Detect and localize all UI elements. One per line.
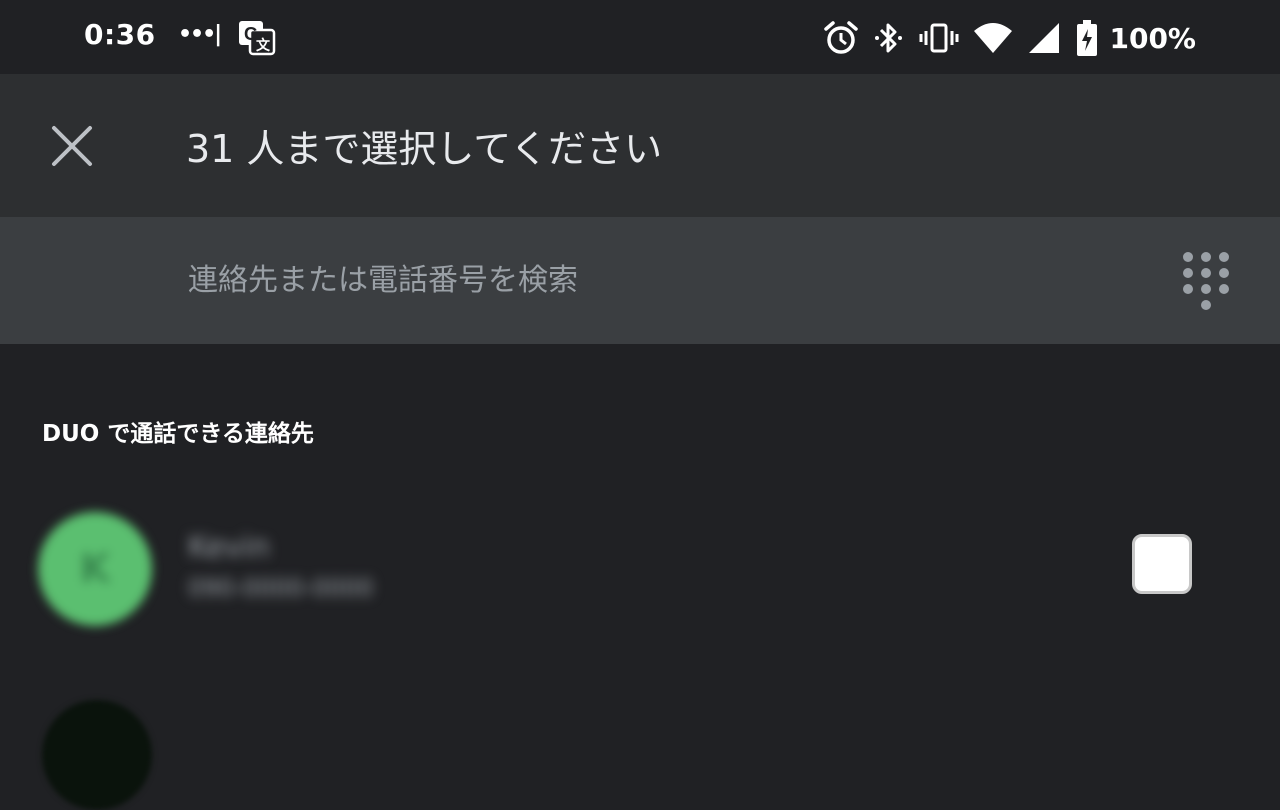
- contact-number: 090-0000-0000: [188, 574, 374, 602]
- status-time: 0:36: [84, 18, 156, 51]
- status-icons: 100%: [823, 18, 1196, 58]
- avatar-letter: K: [79, 546, 111, 592]
- app-bar: 31 人まで選択してください: [0, 74, 1280, 217]
- notification-dots: •••|: [178, 22, 222, 47]
- search-bar: [0, 217, 1280, 344]
- contact-row[interactable]: K Kevin 090-0000-0000: [0, 500, 1280, 640]
- close-icon: [52, 126, 92, 166]
- status-bar: 0:36 •••| G 文 100%: [0, 0, 1280, 74]
- battery-percent: 100%: [1109, 21, 1196, 55]
- search-input[interactable]: [186, 251, 1090, 309]
- alarm-icon: [824, 21, 859, 54]
- cell-signal-icon: [1029, 23, 1060, 53]
- avatar: K: [38, 512, 152, 626]
- bluetooth-icon: [875, 23, 903, 53]
- contact-checkbox[interactable]: [1132, 534, 1192, 594]
- wifi-icon: [974, 23, 1013, 53]
- contact-name: Kevin: [188, 530, 270, 565]
- section-header: DUO で通話できる連絡先: [42, 421, 314, 447]
- svg-text:文: 文: [256, 37, 271, 53]
- page-title: 31 人まで選択してください: [186, 127, 663, 171]
- battery-charging-icon: [1077, 20, 1098, 56]
- dialpad-button[interactable]: [1176, 247, 1236, 317]
- vibrate-icon: [919, 23, 959, 53]
- avatar[interactable]: [42, 700, 152, 810]
- google-translate-icon: G 文: [238, 20, 276, 56]
- dialpad-icon: [1183, 252, 1229, 310]
- close-button[interactable]: [42, 116, 102, 176]
